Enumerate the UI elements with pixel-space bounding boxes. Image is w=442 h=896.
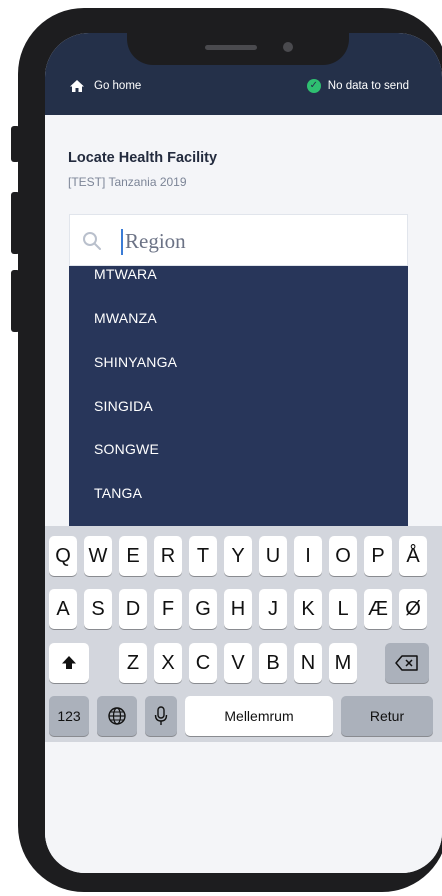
key-i[interactable]: I <box>294 536 322 576</box>
go-home-label: Go home <box>94 80 142 92</box>
key-c[interactable]: C <box>189 643 217 683</box>
dropdown-item-singida[interactable]: SINGIDA <box>94 398 153 414</box>
key-a-ring[interactable]: Å <box>399 536 427 576</box>
dropdown-item-songwe[interactable]: SONGWE <box>94 441 159 457</box>
region-search-input[interactable] <box>125 225 395 257</box>
key-m[interactable]: M <box>329 643 357 683</box>
text-cursor <box>121 229 123 255</box>
shift-key[interactable] <box>49 643 89 683</box>
key-z[interactable]: Z <box>119 643 147 683</box>
key-g[interactable]: G <box>189 589 217 629</box>
return-key[interactable]: Retur <box>341 696 433 736</box>
page-title: Locate Health Facility <box>68 150 218 166</box>
dropdown-item-mwanza[interactable]: MWANZA <box>94 310 157 326</box>
search-icon <box>83 232 101 250</box>
key-ae[interactable]: Æ <box>364 589 392 629</box>
dropdown-item-shinyanga[interactable]: SHINYANGA <box>94 354 177 370</box>
key-e[interactable]: E <box>119 536 147 576</box>
app-screen: Go home ✓ No data to send Locate Health … <box>45 33 442 873</box>
speaker-grille <box>205 45 257 50</box>
dropdown-item-mtwara[interactable]: MTWARA <box>94 266 157 282</box>
front-camera <box>283 42 293 52</box>
key-h[interactable]: H <box>224 589 252 629</box>
page-subtitle: [TEST] Tanzania 2019 <box>68 175 187 189</box>
onscreen-keyboard: Q W E R T Y U I O P Å A S D F G H J K L … <box>45 526 442 742</box>
key-x[interactable]: X <box>154 643 182 683</box>
dropdown-item-tanga[interactable]: TANGA <box>94 485 142 501</box>
key-o-slash[interactable]: Ø <box>399 589 427 629</box>
key-y[interactable]: Y <box>224 536 252 576</box>
space-key[interactable]: Mellemrum <box>185 696 333 736</box>
key-v[interactable]: V <box>224 643 252 683</box>
sync-status: ✓ No data to send <box>306 79 409 93</box>
key-u[interactable]: U <box>259 536 287 576</box>
key-l[interactable]: L <box>329 589 357 629</box>
key-j[interactable]: J <box>259 589 287 629</box>
key-d[interactable]: D <box>119 589 147 629</box>
key-f[interactable]: F <box>154 589 182 629</box>
key-t[interactable]: T <box>189 536 217 576</box>
numbers-key[interactable]: 123 <box>49 696 89 736</box>
shift-icon <box>62 656 76 669</box>
backspace-key[interactable] <box>385 643 429 683</box>
sync-status-label: No data to send <box>327 80 409 92</box>
region-dropdown-list[interactable]: MTWARA MWANZA SHINYANGA SINGIDA SONGWE T… <box>69 266 408 528</box>
phone-notch <box>127 33 349 65</box>
key-b[interactable]: B <box>259 643 287 683</box>
globe-key[interactable] <box>97 696 137 736</box>
key-s[interactable]: S <box>84 589 112 629</box>
globe-icon <box>108 707 126 725</box>
key-n[interactable]: N <box>294 643 322 683</box>
home-icon <box>70 80 84 92</box>
key-k[interactable]: K <box>294 589 322 629</box>
key-q[interactable]: Q <box>49 536 77 576</box>
key-p[interactable]: P <box>364 536 392 576</box>
key-a[interactable]: A <box>49 589 77 629</box>
lower-screen-area <box>45 742 442 873</box>
key-r[interactable]: R <box>154 536 182 576</box>
key-w[interactable]: W <box>84 536 112 576</box>
check-circle-icon: ✓ <box>306 79 321 93</box>
backspace-icon <box>395 655 418 671</box>
microphone-icon <box>154 706 168 725</box>
region-search-box[interactable] <box>69 214 408 266</box>
key-o[interactable]: O <box>329 536 357 576</box>
dictation-key[interactable] <box>145 696 177 736</box>
go-home-button[interactable]: Go home <box>69 79 141 93</box>
